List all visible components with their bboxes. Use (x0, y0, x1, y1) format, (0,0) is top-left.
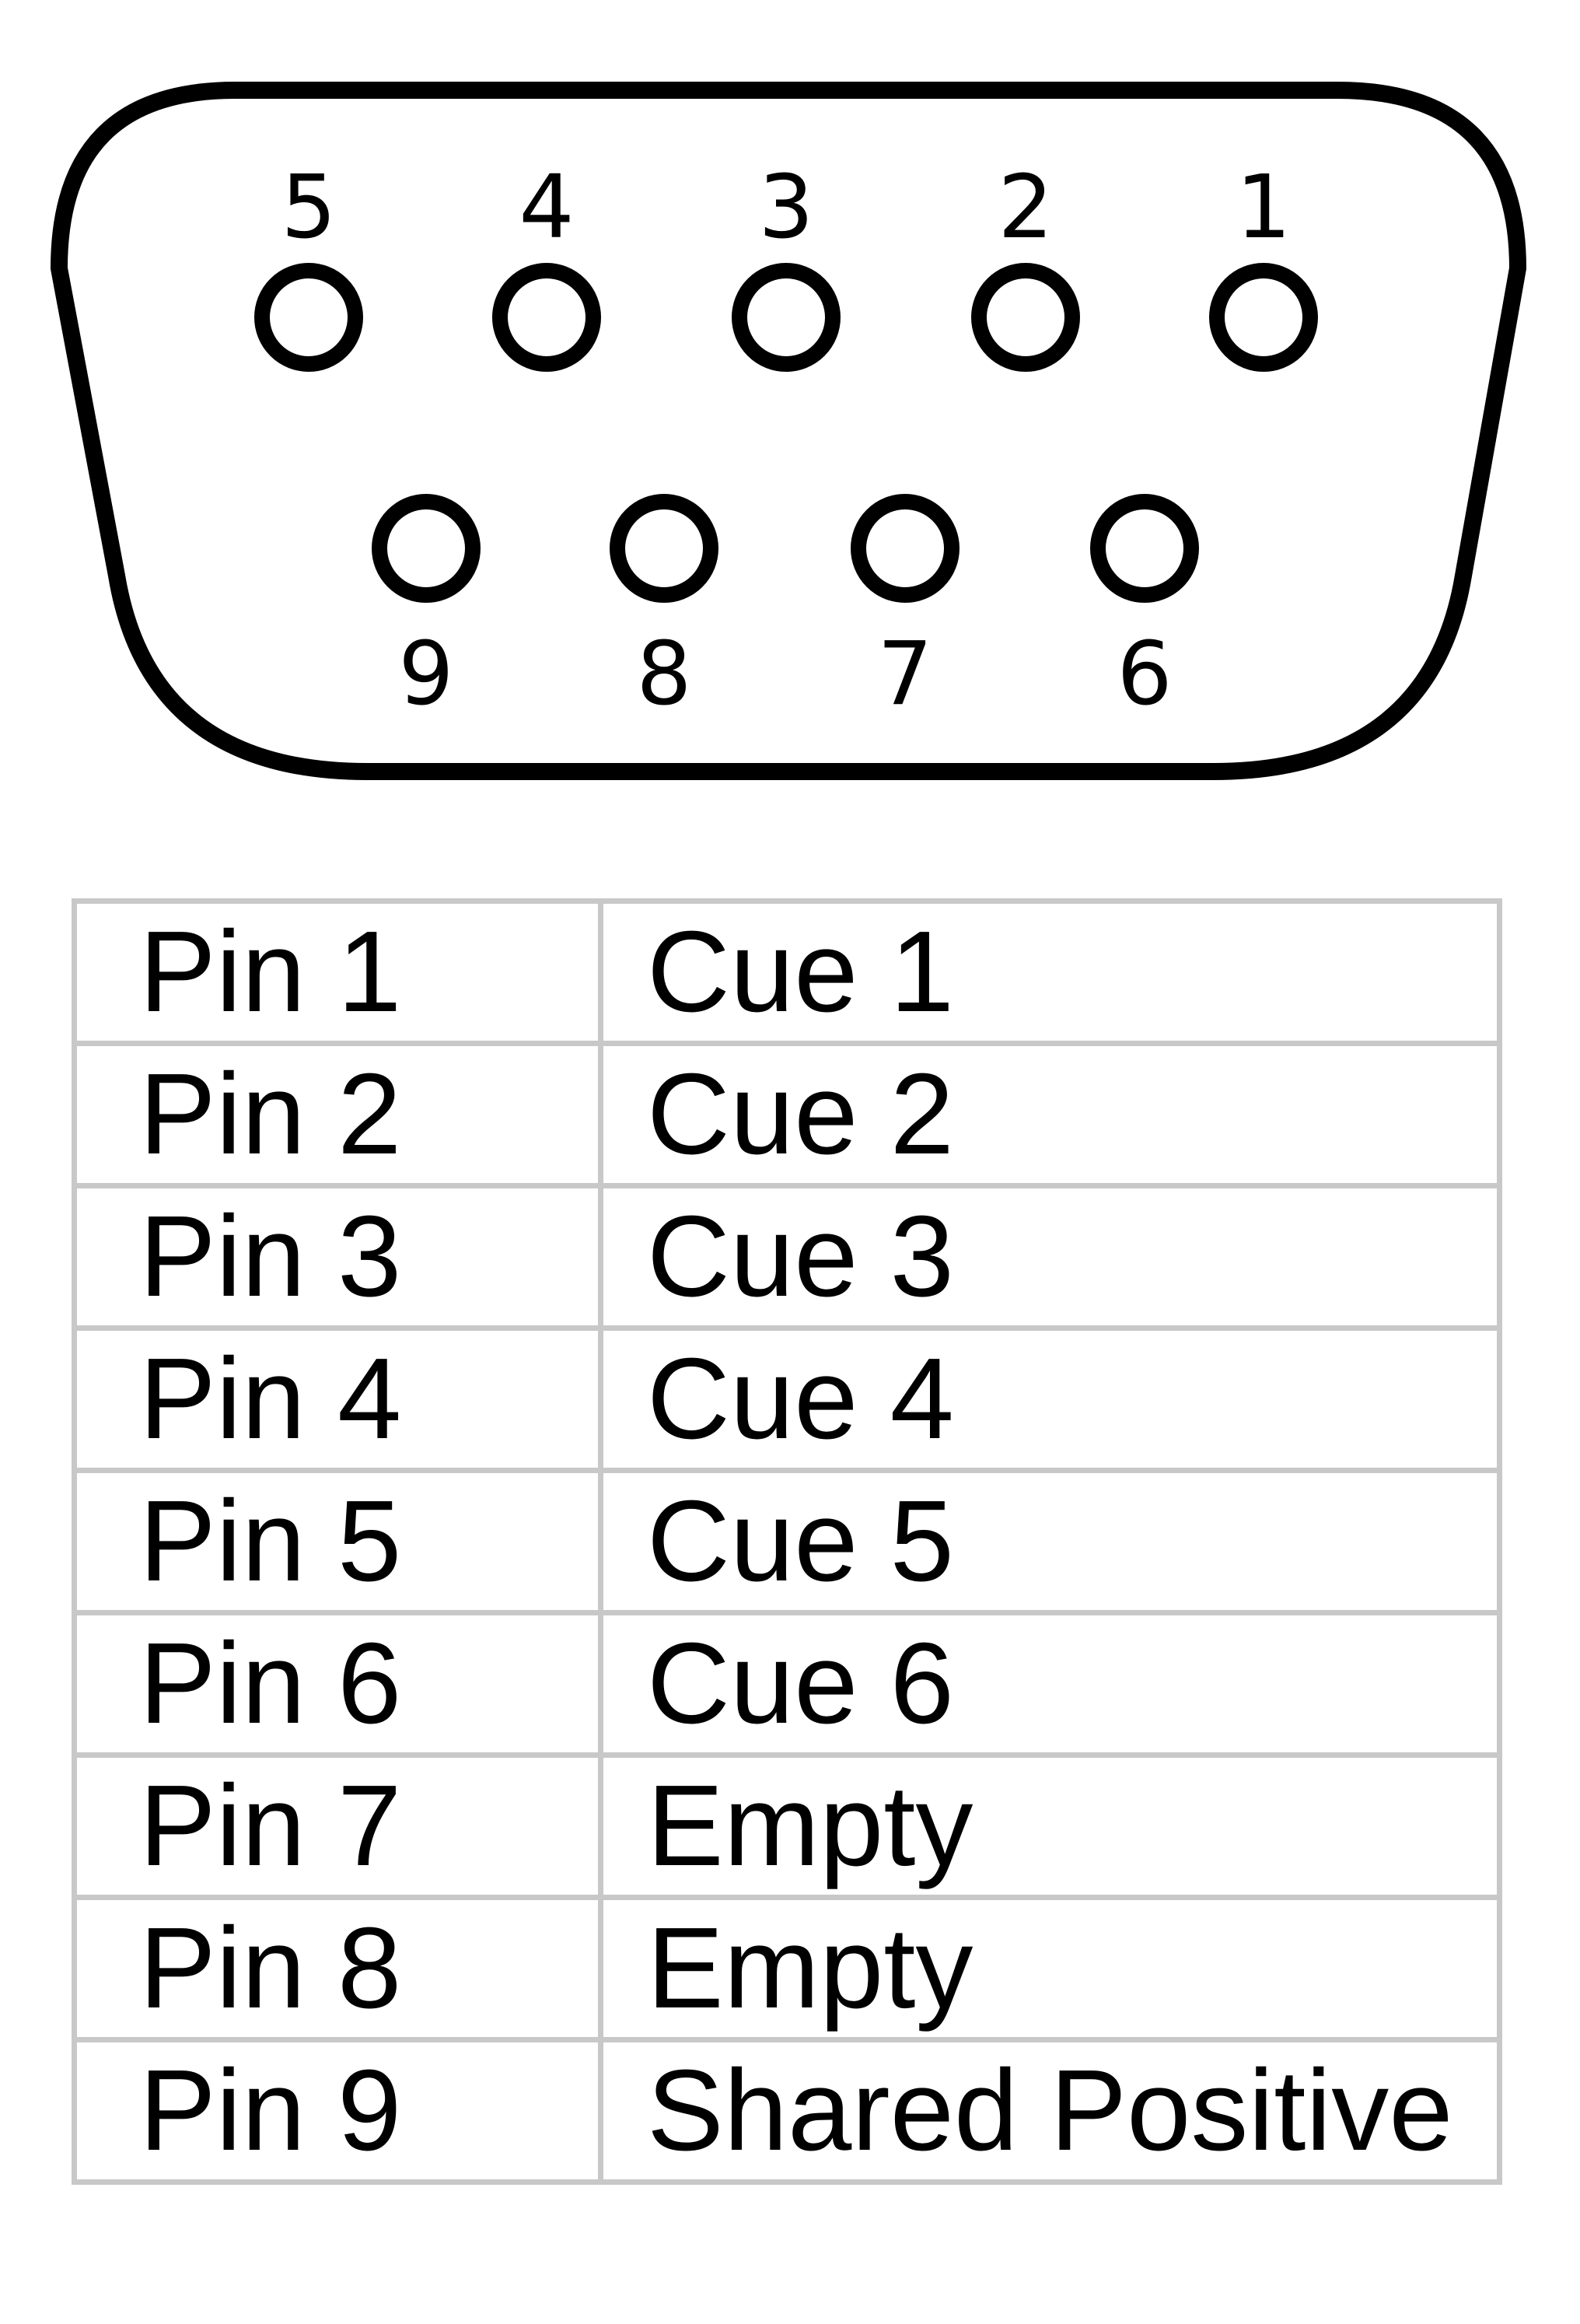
pin-hole-8 (610, 494, 718, 603)
pin-hole-7 (851, 494, 960, 603)
pin-hole-5 (254, 263, 363, 372)
table-row: Pin 8 Empty (72, 1895, 1502, 2042)
table-row: Pin 3 Cue 3 (72, 1183, 1502, 1331)
pin-cell: Pin 5 (72, 1468, 603, 1615)
function-cell: Shared Positive (598, 2037, 1502, 2185)
function-cell: Empty (598, 1895, 1502, 2042)
table-row: Pin 1 Cue 1 (72, 898, 1502, 1046)
pin-hole-3 (732, 263, 841, 372)
pin-cell: Pin 1 (72, 898, 603, 1046)
pinout-table: Pin 1 Cue 1 Pin 2 Cue 2 Pin 3 Cue 3 Pin 4 Cue 4… (72, 898, 1502, 2185)
pin-cell: Pin 9 (72, 2037, 603, 2185)
pin-cell: Pin 3 (72, 1183, 603, 1331)
pin-cell: Pin 6 (72, 1610, 603, 1758)
function-cell: Cue 4 (598, 1325, 1502, 1473)
pin-number-label: 2 (998, 157, 1053, 258)
pin-hole-4 (492, 263, 601, 372)
table-row: Pin 5 Cue 5 (72, 1468, 1502, 1615)
pin-hole-9 (372, 494, 481, 603)
table-row: Pin 7 Empty (72, 1752, 1502, 1900)
table-row: Pin 9 Shared Positive (72, 2037, 1502, 2185)
pin-cell: Pin 7 (72, 1752, 603, 1900)
table-row: Pin 2 Cue 2 (72, 1041, 1502, 1188)
pin-number-label: 5 (281, 157, 336, 258)
pin-cell: Pin 2 (72, 1041, 603, 1188)
db9-connector-diagram: 5 4 3 2 1 9 8 7 6 (51, 82, 1526, 780)
pin-cell: Pin 4 (72, 1325, 603, 1473)
pin-number-label: 8 (636, 624, 691, 725)
pin-number-label: 7 (877, 624, 932, 725)
function-cell: Cue 1 (598, 898, 1502, 1046)
pin-number-label: 9 (398, 624, 453, 725)
pin-hole-6 (1090, 494, 1199, 603)
pin-hole-1 (1209, 263, 1318, 372)
pin-number-label: 3 (758, 157, 813, 258)
function-cell: Cue 2 (598, 1041, 1502, 1188)
function-cell: Empty (598, 1752, 1502, 1900)
pin-hole-2 (971, 263, 1080, 372)
table-row: Pin 6 Cue 6 (72, 1610, 1502, 1758)
function-cell: Cue 5 (598, 1468, 1502, 1615)
pin-number-label: 6 (1117, 624, 1172, 725)
table-row: Pin 4 Cue 4 (72, 1325, 1502, 1473)
pin-cell: Pin 8 (72, 1895, 603, 2042)
function-cell: Cue 3 (598, 1183, 1502, 1331)
pin-number-label: 1 (1236, 157, 1291, 258)
function-cell: Cue 6 (598, 1610, 1502, 1758)
pin-number-label: 4 (519, 157, 574, 258)
